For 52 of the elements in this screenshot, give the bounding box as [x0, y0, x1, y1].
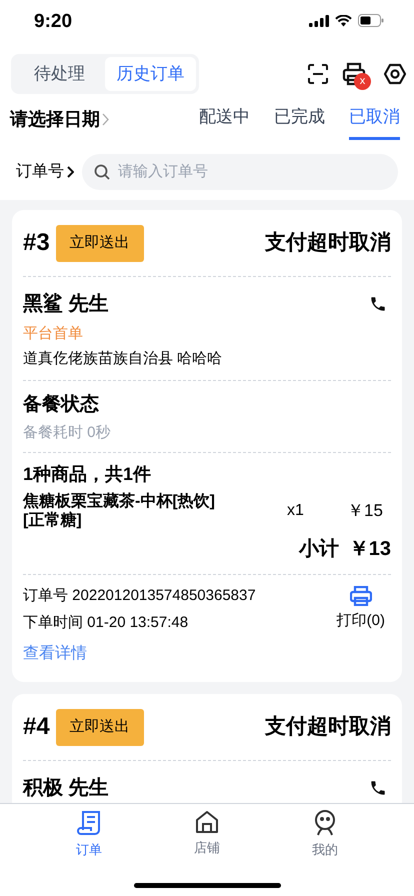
order-id: 订单号 2022012013574850365837 — [23, 586, 256, 606]
battery-icon — [358, 14, 384, 27]
wifi-icon — [335, 14, 352, 26]
section-title: 备餐状态 — [23, 392, 100, 417]
phone-icon[interactable] — [369, 779, 387, 797]
dispatch-button[interactable]: 立即送出 — [56, 224, 144, 262]
nav-tab[interactable]: 店铺 — [177, 810, 237, 858]
search-icon — [94, 164, 110, 180]
search-field[interactable]: 请输入订单号 — [82, 154, 398, 190]
nav-tab[interactable]: 我的 — [295, 810, 355, 860]
error-badge: x — [354, 73, 371, 90]
items-summary: 1种商品，共1件 — [23, 463, 152, 486]
details-link[interactable]: 查看详情 — [23, 634, 87, 682]
status-tab[interactable]: 配送中 — [199, 104, 250, 140]
chevron-right-icon — [102, 112, 109, 126]
printer-icon[interactable] — [342, 62, 366, 86]
settings-icon[interactable] — [384, 63, 406, 85]
date-label: 请选择日期 — [10, 108, 100, 130]
dispatch-button[interactable]: 立即送出 — [56, 708, 144, 746]
tab[interactable]: 待处理 — [14, 57, 105, 91]
subtotal-label: 小计 — [298, 537, 339, 562]
order-number: #3 — [23, 228, 50, 258]
signal-icon — [309, 14, 329, 26]
scan-icon[interactable] — [308, 64, 328, 84]
chevron-right-icon — [67, 166, 74, 178]
date-picker[interactable]: 请选择日期 — [10, 104, 109, 134]
order-time: 下单时间 01-20 13:57:48 — [23, 612, 190, 632]
item-price: ￥15 — [347, 500, 383, 522]
print-button[interactable]: 打印(0) — [336, 586, 385, 633]
item-name: 焦糖板栗宝藏茶-中杯[热饮][正常糖] — [23, 492, 216, 530]
status-tab[interactable]: 已完成 — [274, 104, 325, 140]
prep-time: 备餐耗时 0秒 — [23, 422, 112, 442]
delivery-address: 道真仡佬族苗族自治县 哈哈哈 — [23, 348, 224, 368]
tab[interactable]: 历史订单 — [105, 57, 196, 91]
order-status: 支付超时取消 — [265, 714, 391, 740]
status-time: 9:20 — [34, 10, 72, 34]
item-quantity: x1 — [287, 501, 305, 521]
customer-name: 黑鲨 先生 — [23, 292, 109, 317]
nav-tab[interactable]: 订单 — [59, 810, 119, 860]
order-status: 支付超时取消 — [265, 230, 391, 256]
customer-name: 积极 先生 — [23, 776, 109, 801]
order-number-filter[interactable]: 订单号 — [16, 160, 74, 184]
status-tab[interactable]: 已取消 — [349, 104, 400, 140]
subtotal-amount: ￥13 — [348, 537, 391, 562]
order-search-input[interactable]: 请输入订单号 — [118, 160, 386, 184]
customer-tag: 平台首单 — [23, 323, 391, 346]
document-icon — [77, 810, 101, 836]
order-number: #4 — [23, 712, 50, 742]
phone-icon[interactable] — [369, 295, 387, 313]
house-icon — [195, 810, 219, 834]
printer-icon — [350, 586, 372, 606]
face-icon — [313, 810, 337, 836]
